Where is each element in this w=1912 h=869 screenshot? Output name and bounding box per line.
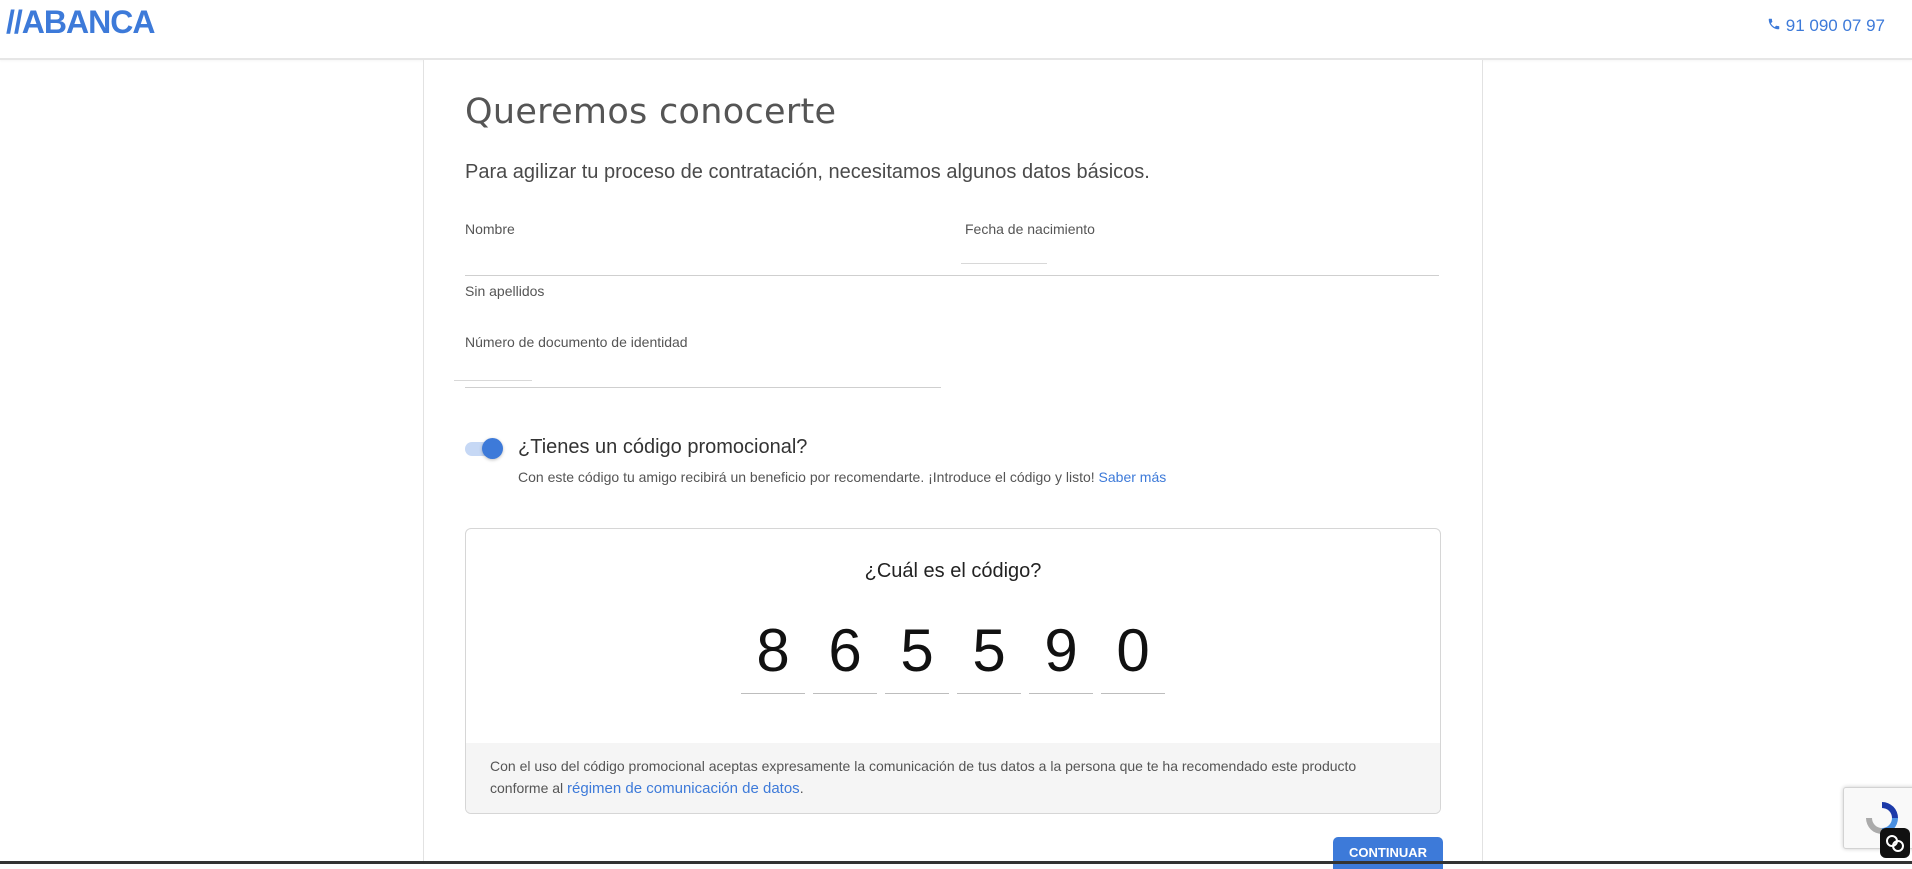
abanca-logo[interactable]: //ABANCA <box>6 5 155 39</box>
documento-field-focus-line <box>454 380 532 381</box>
phone-icon <box>1767 16 1781 36</box>
toggle-knob <box>482 438 503 459</box>
code-digit-4[interactable]: 5 <box>957 615 1021 694</box>
phone-contact[interactable]: 91 090 07 97 <box>1767 16 1885 36</box>
sin-apellidos-label[interactable]: Sin apellidos <box>465 283 544 299</box>
promo-code-toggle[interactable] <box>465 436 503 460</box>
code-digit-5[interactable]: 9 <box>1029 615 1093 694</box>
page-subtitle: Para agilizar tu proceso de contratación… <box>465 161 1150 183</box>
link-icon <box>1886 835 1904 852</box>
page-title: Queremos conocerte <box>465 92 837 132</box>
documento-field[interactable] <box>465 387 941 388</box>
documento-label: Número de documento de identidad <box>465 334 688 350</box>
consent-text-end: . <box>799 780 804 796</box>
nombre-field[interactable] <box>465 275 1439 276</box>
fecha-nacimiento-label: Fecha de nacimiento <box>965 221 1095 237</box>
data-communication-link[interactable]: régimen de comunicación de datos <box>567 780 800 797</box>
saber-mas-link[interactable]: Saber más <box>1099 469 1167 485</box>
code-digit-3[interactable]: 5 <box>885 615 949 694</box>
nombre-label: Nombre <box>465 221 515 237</box>
code-digit-2[interactable]: 6 <box>813 615 877 694</box>
continue-button[interactable]: CONTINUAR <box>1333 837 1443 869</box>
promo-description-text: Con este código tu amigo recibirá un ben… <box>518 469 1095 485</box>
code-digit-1[interactable]: 8 <box>741 615 805 694</box>
code-digits: 8 6 5 5 9 0 <box>741 615 1165 694</box>
promo-question: ¿Tienes un código promocional? <box>518 436 808 458</box>
consent-text: Con el uso del código promocional acepta… <box>490 755 1390 800</box>
site-header: //ABANCA 91 090 07 97 <box>0 0 1912 60</box>
promo-code-card: ¿Cuál es el código? 8 6 5 5 9 0 Con el u… <box>465 528 1441 814</box>
code-digit-6[interactable]: 0 <box>1101 615 1165 694</box>
extension-icon[interactable] <box>1880 828 1910 858</box>
phone-number[interactable]: 91 090 07 97 <box>1786 16 1885 36</box>
code-question: ¿Cuál es el código? <box>864 560 1042 582</box>
form-column: Queremos conocerte Para agilizar tu proc… <box>423 60 1483 869</box>
consent-footer: Con el uso del código promocional acepta… <box>466 743 1440 813</box>
promo-description: Con este código tu amigo recibirá un ben… <box>518 469 1166 485</box>
fecha-nacimiento-field[interactable] <box>961 263 1047 264</box>
